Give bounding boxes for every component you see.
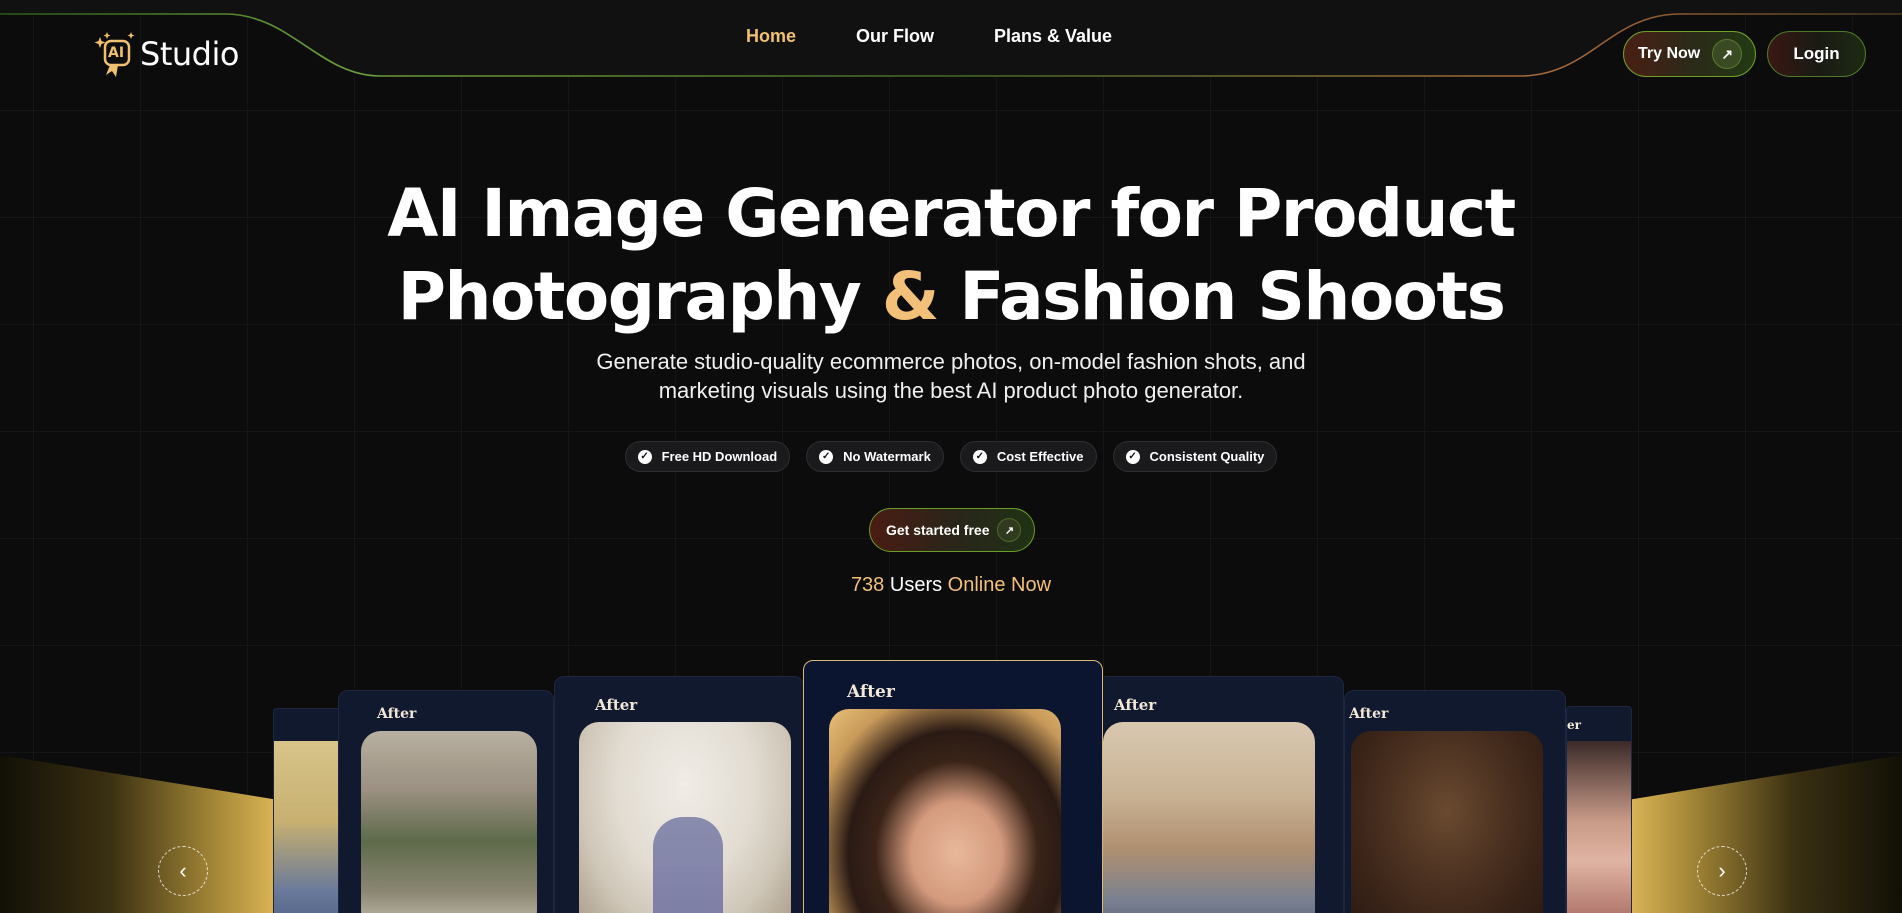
chevron-left-icon: ‹ — [179, 858, 187, 883]
feature-badges: ✓ Free HD Download ✓ No Watermark ✓ Cost… — [0, 441, 1902, 472]
main-nav: Home Our Flow Plans & Value — [0, 26, 1902, 47]
carousel-glow-right — [1632, 755, 1902, 913]
card-photo — [1567, 741, 1631, 913]
check-icon: ✓ — [1125, 449, 1140, 464]
chevron-right-icon: › — [1718, 858, 1726, 883]
carousel-glow-left — [0, 755, 274, 913]
login-label: Login — [1793, 44, 1840, 63]
arrow-up-right-icon: ↗ — [997, 518, 1022, 542]
carousel-card[interactable]: After — [1344, 690, 1566, 913]
badge-no-watermark: ✓ No Watermark — [806, 441, 944, 472]
card-after-label: After — [377, 706, 417, 722]
badge-label: Cost Effective — [996, 449, 1084, 464]
nav-home[interactable]: Home — [746, 26, 796, 47]
card-after-label: er — [1567, 718, 1581, 732]
hero-title-line2b: Fashion Shoots — [959, 258, 1506, 335]
carousel-card-active[interactable]: After — [803, 660, 1103, 913]
online-now-label: Online Now — [947, 574, 1052, 596]
carousel-card[interactable]: After — [1096, 676, 1344, 913]
logo-badge-text: AI — [108, 45, 125, 61]
card-photo — [1351, 731, 1543, 913]
carousel-next-button[interactable]: › — [1697, 846, 1747, 896]
card-after-label: After — [1349, 706, 1389, 722]
card-photo — [361, 731, 537, 913]
get-started-button[interactable]: Get started free ↗ — [869, 508, 1035, 552]
carousel-card[interactable]: After — [554, 676, 804, 913]
carousel-card[interactable]: er — [1566, 706, 1632, 913]
online-users-label: Users — [889, 574, 943, 596]
card-photo — [1103, 722, 1315, 913]
try-now-button[interactable]: Try Now ↗ — [1623, 31, 1756, 77]
header: AI Studio Home Our Flow Plans & Value Tr… — [0, 0, 1902, 80]
card-photo — [274, 741, 344, 913]
carousel-card[interactable] — [273, 708, 345, 913]
arrow-up-right-icon: ↗ — [1712, 39, 1743, 69]
login-button[interactable]: Login — [1767, 31, 1866, 77]
card-photo-figure — [653, 817, 723, 913]
online-users-counter: 738 Users Online Now — [0, 574, 1902, 597]
badge-free-hd: ✓ Free HD Download — [624, 441, 791, 472]
check-icon: ✓ — [972, 449, 987, 464]
card-photo — [829, 709, 1061, 913]
hero-subtitle: Generate studio-quality ecommerce photos… — [596, 349, 1306, 403]
badge-cost-effective: ✓ Cost Effective — [959, 441, 1097, 472]
nav-our-flow[interactable]: Our Flow — [856, 26, 934, 47]
try-now-label: Try Now — [1638, 45, 1701, 62]
hero-title-line1: AI Image Generator for Product — [387, 175, 1516, 252]
carousel-prev-button[interactable]: ‹ — [158, 846, 208, 896]
hero-title-line2a: Photography — [397, 258, 862, 335]
hero-title: AI Image Generator for Product Photograp… — [0, 172, 1902, 338]
online-count: 738 — [850, 574, 885, 596]
badge-label: Consistent Quality — [1149, 449, 1265, 464]
carousel-card[interactable]: After — [338, 690, 554, 913]
badge-consistent-quality: ✓ Consistent Quality — [1112, 441, 1278, 472]
card-after-label: After — [847, 682, 895, 702]
get-started-label: Get started free — [886, 522, 990, 538]
check-icon: ✓ — [819, 449, 834, 464]
card-after-label: After — [595, 696, 638, 714]
check-icon: ✓ — [637, 449, 652, 464]
badge-label: No Watermark — [843, 449, 931, 464]
badge-label: Free HD Download — [661, 449, 778, 464]
nav-plans-value[interactable]: Plans & Value — [994, 26, 1112, 47]
hero-title-ampersand: & — [881, 258, 940, 335]
card-after-label: After — [1114, 696, 1157, 714]
